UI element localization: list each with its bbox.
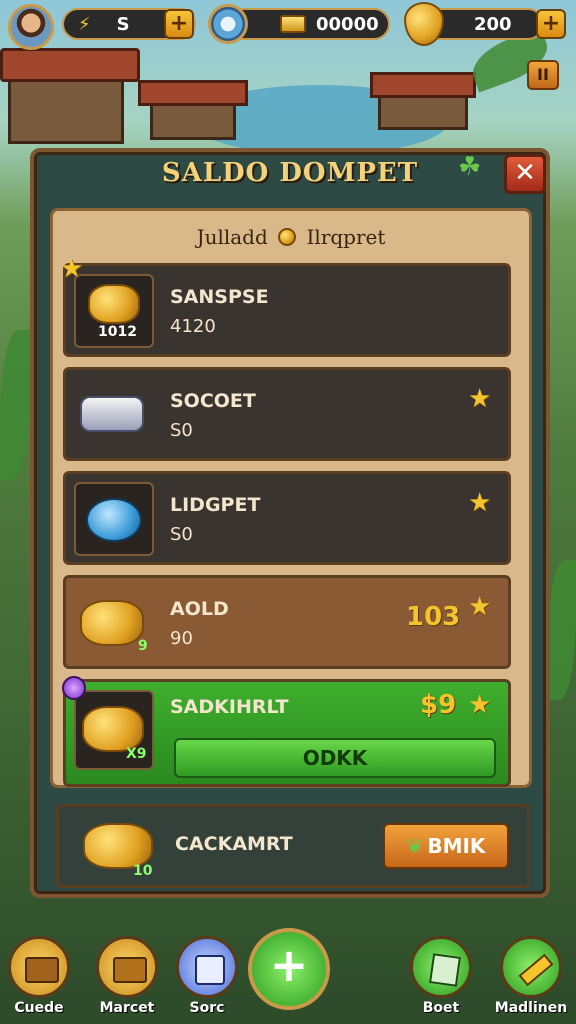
subtitle-left: Julladd — [196, 225, 268, 249]
lightning-icon: ⚡ — [78, 13, 91, 35]
wallet-row[interactable]: 9 AOLD 90 103 ★ — [63, 575, 511, 669]
cube-icon — [195, 955, 225, 985]
gems-value: 00000 — [316, 13, 379, 35]
gold-value: 200 — [474, 13, 512, 35]
row-name: SANSPSE — [170, 286, 269, 308]
wallet-row[interactable]: 1012 ★ SANSPSE 4120 — [60, 254, 511, 357]
star-icon: ★ — [468, 384, 492, 414]
wallet-list: Julladd Ilrqpret 1012 ★ SANSPSE 4120 SOC… — [50, 208, 532, 788]
blue-coin — [86, 498, 142, 542]
leaf-icon: ❦ — [406, 834, 424, 858]
house-roof — [138, 80, 248, 106]
coin-stack — [88, 284, 140, 324]
star-icon: ★ — [468, 488, 492, 518]
nav-label: Cuede — [14, 1000, 64, 1016]
bottom-navigation: Cuede Marcet Sorc + Boet Madlinen — [0, 928, 576, 1024]
pencil-icon — [518, 953, 554, 987]
nav-cuede-button[interactable] — [8, 936, 70, 998]
buy-button[interactable]: ❦ BMIK — [383, 823, 509, 869]
nav-label: Madlinen — [494, 1000, 568, 1016]
silver-bars-icon — [74, 378, 154, 452]
add-energy-button[interactable]: + — [164, 9, 194, 39]
row-amount: 103 — [406, 602, 461, 632]
row-name: CACKAMRT — [175, 833, 293, 855]
silver-bar — [80, 396, 144, 432]
clover-decoration-icon: ☘ — [458, 152, 482, 182]
nav-label: Sorc — [189, 1000, 225, 1016]
wallet-row[interactable]: SOCOET S0 ★ — [63, 367, 511, 461]
compass-icon[interactable] — [208, 4, 248, 44]
star-icon: ★ — [60, 254, 84, 284]
treasure-chest-icon — [25, 957, 59, 983]
row-name: SADKIHRLT — [170, 696, 289, 718]
house-roof — [370, 72, 476, 98]
bottom-offer-row[interactable]: 10 CACKAMRT ❦ BMIK — [56, 804, 530, 888]
add-gold-button[interactable]: + — [536, 9, 566, 39]
row-value: 4120 — [170, 316, 216, 337]
nav-market-button[interactable] — [96, 936, 158, 998]
row-name: LIDGPET — [170, 494, 261, 516]
wallet-row-selected[interactable]: X9 SADKIHRLT $9 ★ ODKK — [62, 676, 511, 787]
row-badge: 10 — [133, 863, 153, 879]
player-avatar[interactable] — [8, 4, 54, 50]
row-name: SOCOET — [170, 390, 256, 412]
row-value: S0 — [170, 420, 193, 441]
top-resource-bar: ⚡ S + 00000 200 + — [0, 0, 576, 50]
row-badge: 9 — [138, 638, 148, 654]
row-badge: X9 — [126, 746, 147, 762]
gold-bars-icon — [280, 15, 306, 33]
blue-coin-icon — [74, 482, 154, 556]
gem-badge-icon — [62, 676, 86, 700]
wallet-row[interactable]: LIDGPET S0 ★ — [63, 471, 511, 565]
row-badge: 1012 — [98, 324, 137, 340]
nav-label: Boet — [422, 1000, 460, 1016]
nav-add-button[interactable]: + — [248, 928, 330, 1010]
energy-value: S — [116, 13, 130, 35]
gold-coins-icon: 9 — [74, 586, 154, 660]
row-value: S0 — [170, 524, 193, 545]
star-icon: ★ — [468, 592, 492, 622]
row-name: AOLD — [170, 598, 229, 620]
nav-sorc-button[interactable] — [176, 936, 238, 998]
pause-button[interactable]: II — [527, 60, 559, 90]
chest-icon — [113, 957, 147, 983]
coin-icon — [278, 228, 297, 246]
house-roof — [0, 48, 140, 82]
row-value: 90 — [170, 628, 193, 649]
close-button[interactable]: ✕ — [504, 154, 546, 194]
wallet-subtitle: Julladd Ilrqpret — [53, 225, 529, 249]
row-amount: $9 — [420, 690, 457, 720]
gold-coins-icon: 1012 — [74, 274, 154, 348]
plus-icon: + — [269, 938, 309, 992]
map-icon — [429, 953, 461, 987]
buy-button-label: BMIK — [427, 834, 486, 858]
coin-stack — [80, 600, 144, 646]
subtitle-right: Ilrqpret — [306, 225, 386, 249]
star-icon: ★ — [468, 690, 492, 720]
confirm-button[interactable]: ODKK — [174, 738, 496, 778]
nav-boet-button[interactable] — [410, 936, 472, 998]
nav-label: Marcet — [99, 1000, 155, 1016]
wallet-panel: SALDO DOMPET ☘ ✕ Julladd Ilrqpret 1012 ★… — [30, 148, 550, 898]
gold-coins-icon: X9 — [74, 690, 154, 770]
nav-madlinen-button[interactable] — [500, 936, 562, 998]
